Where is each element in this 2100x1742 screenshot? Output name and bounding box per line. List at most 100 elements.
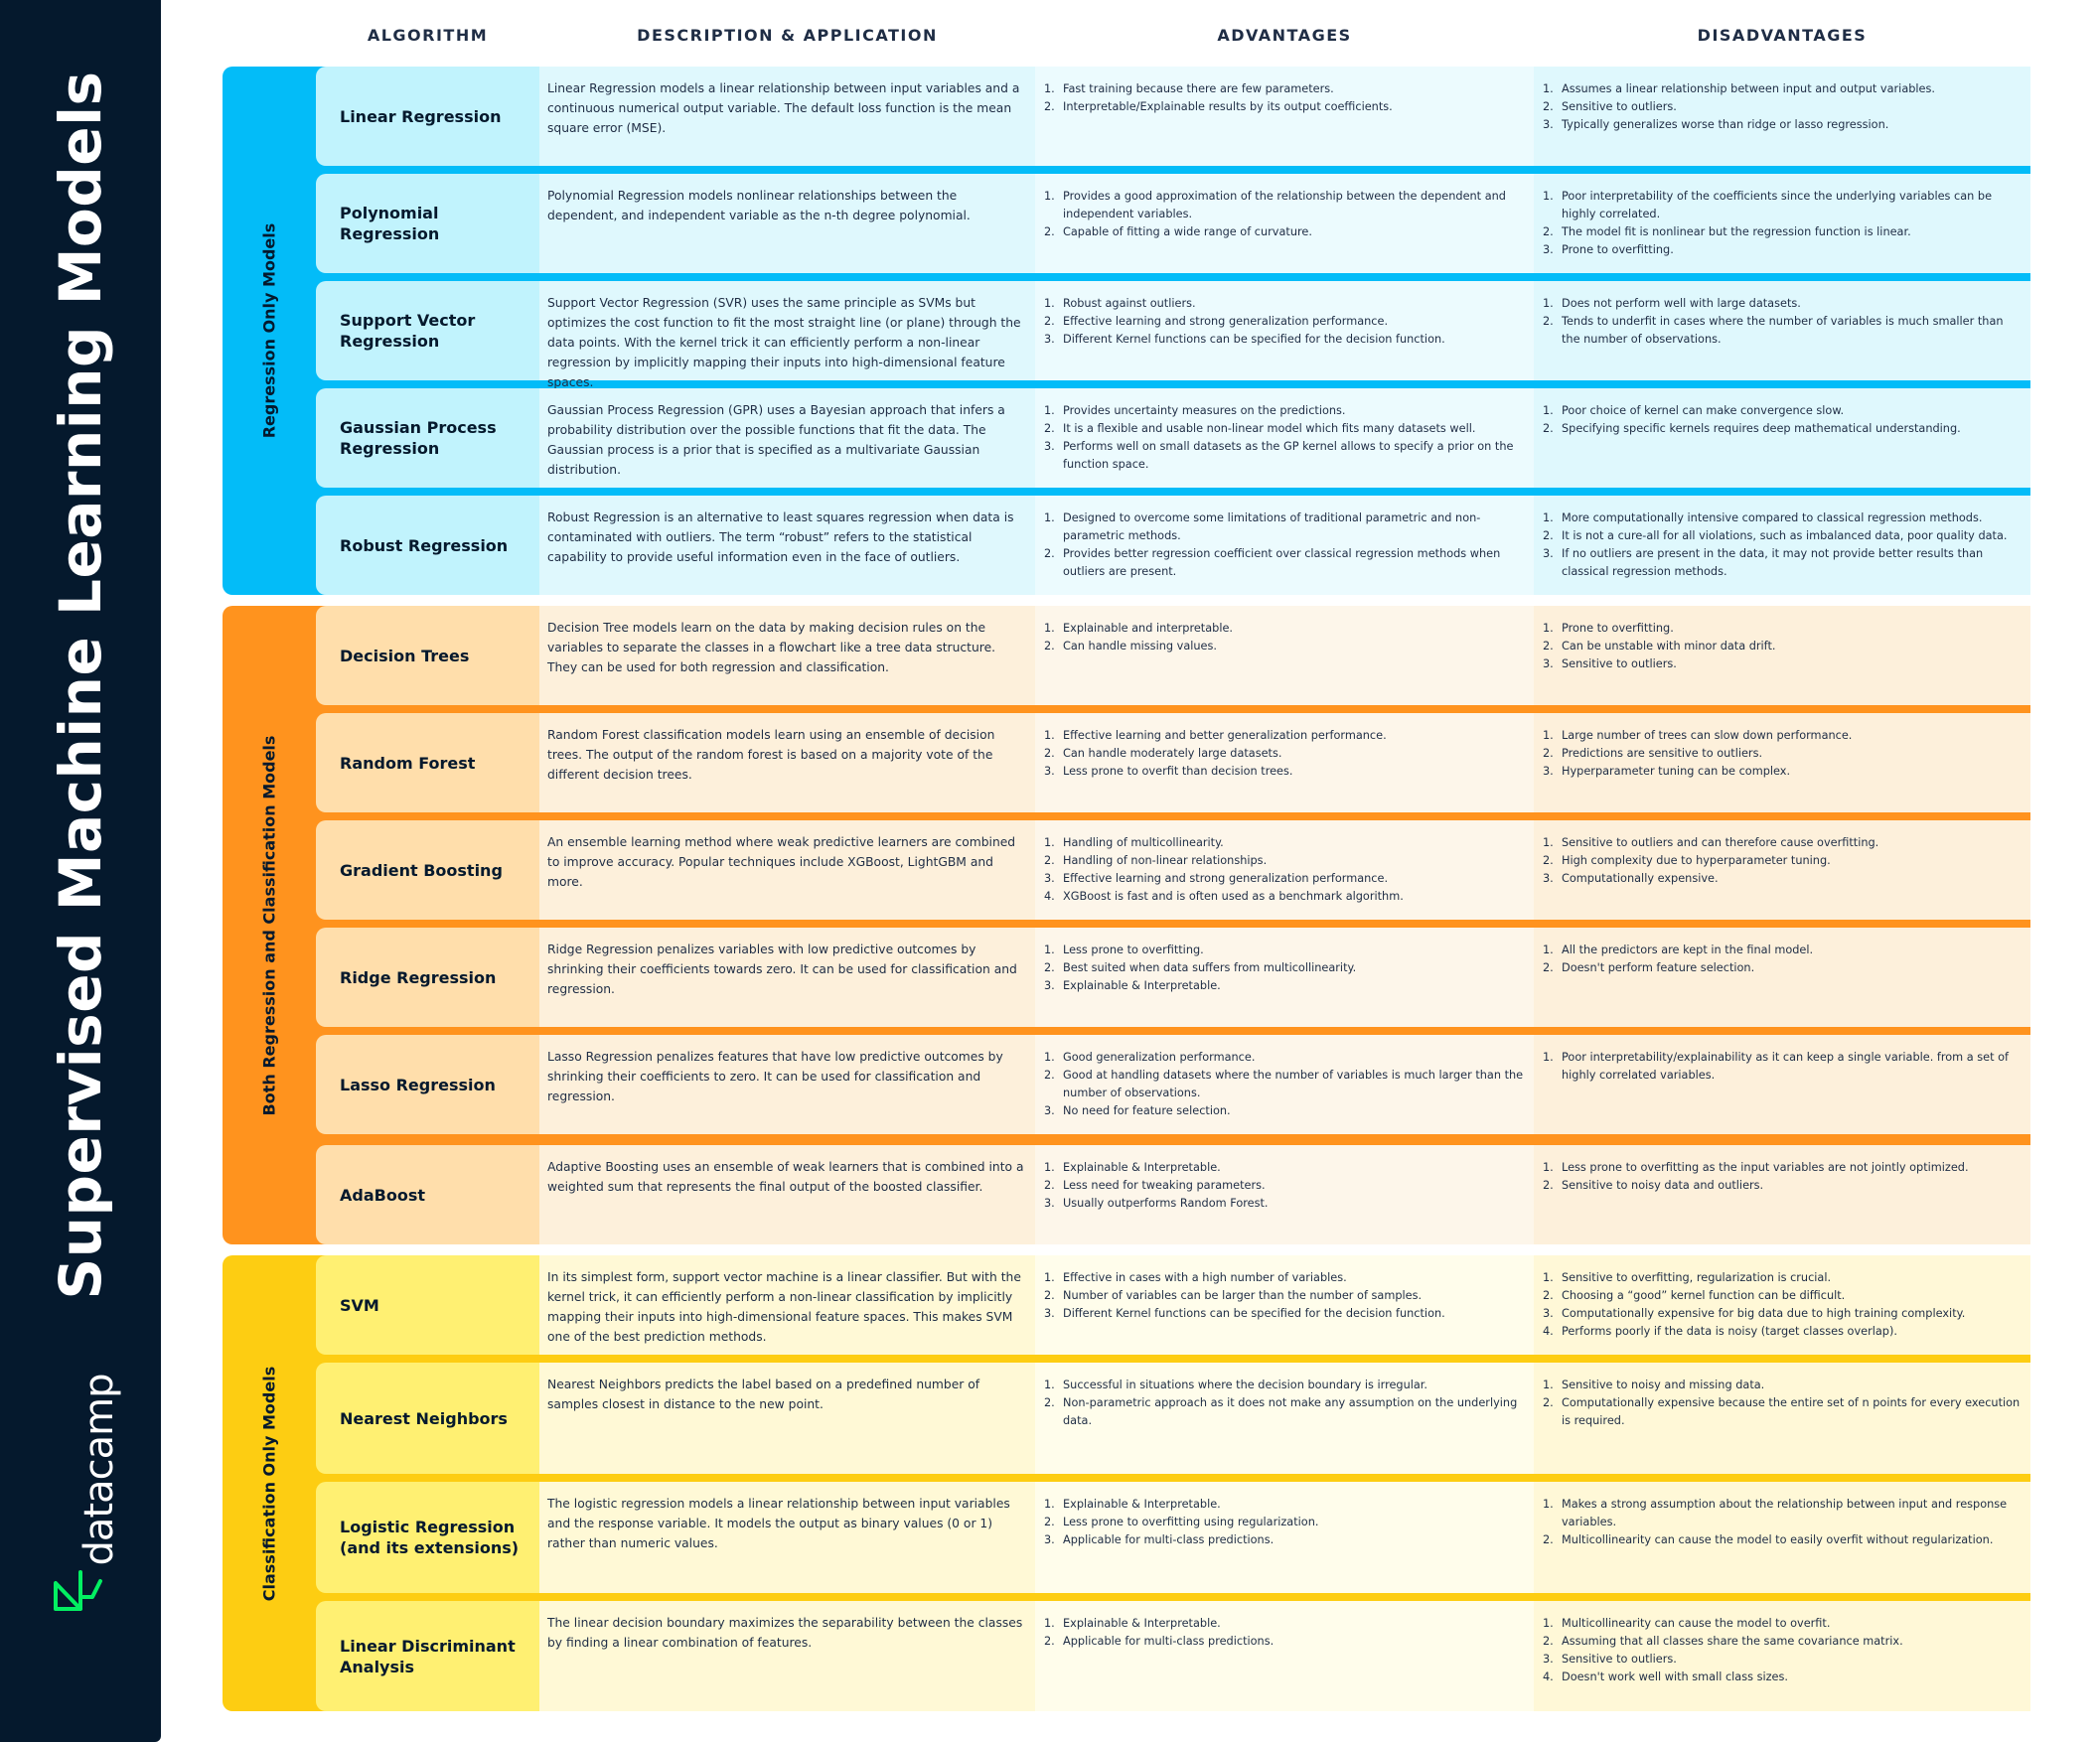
- group-label: Regression Only Models: [223, 67, 316, 595]
- advantages-cell: 1. Effective learning and better generali…: [1035, 713, 1534, 812]
- disadvantages-cell: 1. Sensitive to noisy and missing data. 2.…: [1534, 1363, 2030, 1474]
- group-label-text: Both Regression and Classification Model…: [259, 735, 279, 1115]
- disadvantage-item: 1. Poor choice of kernel can make converg…: [1543, 402, 2023, 420]
- disadvantages-list: 1. Prone to overfitting. 2. Can be unstable…: [1543, 620, 2023, 673]
- table-row: Ridge Regression Ridge Regression penaliz…: [316, 928, 2030, 1027]
- item-number: 2.: [1044, 1396, 1055, 1409]
- item-text: Effective learning and better generaliza…: [1063, 729, 1387, 742]
- item-text: Fast training because there are few para…: [1063, 82, 1334, 95]
- item-text: Predictions are sensitive to outliers.: [1562, 747, 1763, 760]
- disadvantage-item: 3. Sensitive to outliers.: [1543, 655, 2023, 673]
- item-text: Multicollinearity can cause the model to…: [1562, 1533, 1994, 1546]
- item-text: Assuming that all classes share the same…: [1562, 1635, 1903, 1648]
- item-number: 2.: [1543, 529, 1554, 542]
- disadvantages-cell: 1. Makes a strong assumption about the re…: [1534, 1482, 2030, 1593]
- disadvantages-list: 1. Assumes a linear relationship between …: [1543, 80, 2023, 134]
- item-number: 2.: [1044, 1289, 1055, 1302]
- item-text: Computationally expensive because the en…: [1562, 1396, 2021, 1427]
- item-text: Less prone to overfitting using regulari…: [1063, 1516, 1319, 1528]
- disadvantages-list: 1. Sensitive to overfitting, regularizati…: [1543, 1269, 2023, 1341]
- disadvantage-item: 1. Sensitive to overfitting, regularizati…: [1543, 1269, 2023, 1287]
- disadvantages-cell: 1. Poor choice of kernel can make converg…: [1534, 388, 2030, 488]
- disadvantage-item: 1. All the predictors are kept in the fin…: [1543, 942, 2023, 959]
- advantage-item: 2. Good at handling datasets where the nu…: [1044, 1067, 1526, 1102]
- header-disadvantages: DISADVANTAGES: [1697, 26, 1868, 45]
- item-text: Prone to overfitting.: [1562, 243, 1674, 256]
- algorithm-description: Linear Regression models a linear relati…: [539, 67, 1035, 166]
- algorithm-description: Lasso Regression penalizes features that…: [539, 1035, 1035, 1134]
- advantage-item: 3. Different Kernel functions can be spec…: [1044, 331, 1526, 349]
- advantage-item: 2. Capable of fitting a wide range of cur…: [1044, 223, 1526, 241]
- item-number: 1.: [1044, 82, 1055, 95]
- algorithm-description: Decision Tree models learn on the data b…: [539, 606, 1035, 705]
- table-row: Robust Regression Robust Regression is an…: [316, 496, 2030, 595]
- algorithm-name: Polynomial Regression: [316, 174, 539, 273]
- advantage-item: 3. Explainable & Interpretable.: [1044, 977, 1526, 995]
- disadvantage-item: 2. Tends to underfit in cases where the n…: [1543, 313, 2023, 349]
- disadvantage-item: 1. Sensitive to noisy and missing data.: [1543, 1377, 2023, 1394]
- header-description: DESCRIPTION & APPLICATION: [637, 26, 938, 45]
- disadvantage-item: 1. Makes a strong assumption about the re…: [1543, 1496, 2023, 1531]
- algorithm-name: Nearest Neighbors: [316, 1363, 539, 1474]
- advantages-cell: 1. Robust against outliers. 2. Effective le…: [1035, 281, 1534, 380]
- disadvantages-list: 1. Poor choice of kernel can make converg…: [1543, 402, 2023, 438]
- disadvantages-cell: 1. Less prone to overfitting as the input…: [1534, 1145, 2030, 1244]
- item-text: Provides a good approximation of the rel…: [1063, 190, 1506, 220]
- algorithm-description: Robust Regression is an alternative to l…: [539, 496, 1035, 595]
- disadvantage-item: 1. Multicollinearity can cause the model …: [1543, 1615, 2023, 1633]
- item-number: 1.: [1044, 1617, 1055, 1630]
- item-number: 4.: [1543, 1325, 1554, 1338]
- advantages-cell: 1. Designed to overcome some limitations …: [1035, 496, 1534, 595]
- advantage-item: 1. Provides a good approximation of the r…: [1044, 188, 1526, 223]
- advantage-item: 1. Handling of multicollinearity.: [1044, 834, 1526, 852]
- disadvantage-item: 1. Poor interpretability of the coefficie…: [1543, 188, 2023, 223]
- disadvantages-cell: 1. All the predictors are kept in the fin…: [1534, 928, 2030, 1027]
- advantages-cell: 1. Explainable & Interpretable. 2. Less pro…: [1035, 1482, 1534, 1593]
- advantage-item: 1. Explainable & Interpretable.: [1044, 1159, 1526, 1177]
- item-text: Multicollinearity can cause the model to…: [1562, 1617, 1831, 1630]
- item-text: No need for feature selection.: [1063, 1104, 1231, 1117]
- item-text: Assumes a linear relationship between in…: [1562, 82, 1935, 95]
- item-text: Large number of trees can slow down perf…: [1562, 729, 1853, 742]
- item-number: 1.: [1543, 1379, 1554, 1391]
- item-text: Usually outperforms Random Forest.: [1063, 1197, 1269, 1210]
- advantages-list: 1. Explainable & Interpretable. 2. Less pro…: [1044, 1496, 1526, 1549]
- disadvantage-item: 2. Predictions are sensitive to outliers.: [1543, 745, 2023, 763]
- disadvantage-item: 3. Hyperparameter tuning can be complex.: [1543, 763, 2023, 781]
- algorithm-name: AdaBoost: [316, 1145, 539, 1244]
- advantage-item: 1. Robust against outliers.: [1044, 295, 1526, 313]
- item-number: 2.: [1044, 225, 1055, 238]
- algorithm-name: Linear Discriminant Analysis: [316, 1601, 539, 1711]
- datacamp-logo[interactable]: datacamp: [50, 1375, 122, 1624]
- disadvantage-item: 3. Computationally expensive for big data…: [1543, 1305, 2023, 1323]
- item-text: Explainable & Interpretable.: [1063, 1617, 1221, 1630]
- item-number: 2.: [1044, 747, 1055, 760]
- item-number: 1.: [1044, 836, 1055, 849]
- item-text: Sensitive to overfitting, regularization…: [1562, 1271, 1832, 1284]
- item-number: 1.: [1543, 82, 1554, 95]
- disadvantage-item: 2. Assuming that all classes share the sa…: [1543, 1633, 2023, 1651]
- item-number: 1.: [1044, 190, 1055, 203]
- item-number: 2.: [1543, 1289, 1554, 1302]
- disadvantage-item: 2. Multicollinearity can cause the model …: [1543, 1531, 2023, 1549]
- advantages-list: 1. Provides a good approximation of the r…: [1044, 188, 1526, 241]
- disadvantage-item: 4. Performs poorly if the data is noisy (…: [1543, 1323, 2023, 1341]
- table-row: Gradient Boosting An ensemble learning me…: [316, 820, 2030, 920]
- item-text: Robust against outliers.: [1063, 297, 1196, 310]
- disadvantage-item: 3. Computationally expensive.: [1543, 870, 2023, 888]
- disadvantages-list: 1. Makes a strong assumption about the re…: [1543, 1496, 2023, 1549]
- item-number: 1.: [1044, 1498, 1055, 1511]
- item-number: 2.: [1044, 1179, 1055, 1192]
- advantages-list: 1. Provides uncertainty measures on the p…: [1044, 402, 1526, 474]
- disadvantages-cell: 1. Does not perform well with large datas…: [1534, 281, 2030, 380]
- item-number: 2.: [1543, 315, 1554, 328]
- advantage-item: 2. Provides better regression coefficient…: [1044, 545, 1526, 581]
- item-text: Can handle moderately large datasets.: [1063, 747, 1282, 760]
- item-number: 3.: [1044, 1104, 1055, 1117]
- table-row: Logistic Regression (and its extensions)…: [316, 1482, 2030, 1593]
- item-number: 3.: [1044, 1197, 1055, 1210]
- item-number: 2.: [1543, 640, 1554, 653]
- table-row: Support Vector Regression Support Vector …: [316, 281, 2030, 389]
- item-text: XGBoost is fast and is often used as a b…: [1063, 890, 1404, 903]
- disadvantage-item: 1. Large number of trees can slow down pe…: [1543, 727, 2023, 745]
